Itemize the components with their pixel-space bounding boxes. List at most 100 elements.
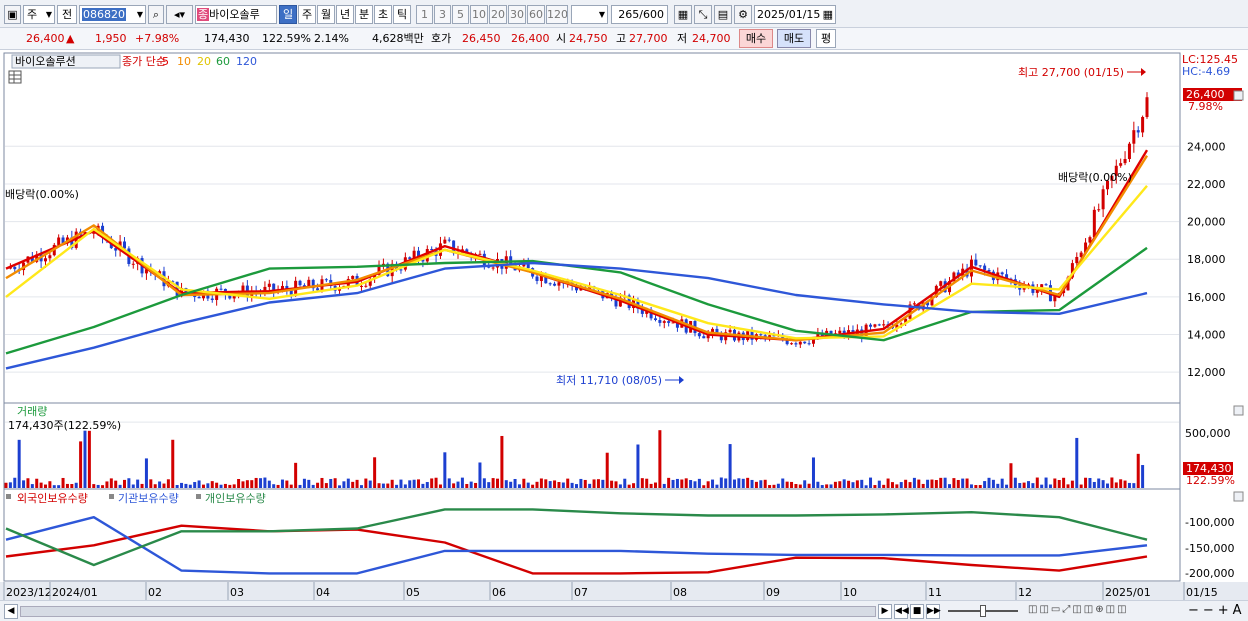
interval-tab-120[interactable]: 120 [546,5,568,24]
panel-collapse-icon[interactable] [1233,491,1244,502]
window-menu-icon[interactable]: ▣ [4,5,21,24]
volume-bar [618,484,622,488]
interval-input[interactable]: ▼ [571,5,608,24]
volume-bar [412,479,416,488]
volume-bar [478,462,482,488]
interval-tab-1[interactable]: 1 [416,5,433,24]
interval-tab-20[interactable]: 20 [489,5,507,24]
volume-bar [776,483,780,488]
table-icon[interactable] [8,70,22,84]
volume-bar [482,478,486,488]
volume-bar [575,484,578,488]
candle-body [759,334,763,336]
date-input[interactable]: 2025/01/15 ▦ [754,5,836,24]
volume-bar [539,478,543,488]
x-axis-label: 04 [316,586,330,599]
zoom-controls[interactable]: −−+A [1188,603,1246,618]
scroll-bar[interactable]: ◀ ▶ ◀◀ ■ ▶▶ ◫◫▭⤢◫◫⊕◫◫ −−+A [0,600,1248,621]
legend-individual: 개인보유수량 [205,492,266,505]
scroll-right-icon[interactable]: ▶ [878,604,892,619]
low-price: 24,700 [692,32,731,45]
buy-button[interactable]: 매수 [739,29,773,48]
volume-bar [513,478,517,488]
chart-window: ▣ 주 ▼ 전 086820 ▼ ⌕ ◂▾ 종바이오솔루 일주월년분초틱 1 3 5 10… [0,0,1248,621]
speaker-icon[interactable]: ◂▾ [166,5,193,24]
volume-bar [1127,482,1131,488]
volume-bar [162,483,166,488]
scroll-left-icon[interactable]: ◀ [4,604,18,619]
volume-bar [122,479,126,488]
sell-button[interactable]: 매도 [777,29,811,48]
volume-bar [1009,463,1013,488]
volume-bar [1035,477,1039,488]
interval-tab-60[interactable]: 60 [527,5,545,24]
volume-bar [109,478,113,488]
volume-bar [61,477,65,488]
ma-legend-10: 10 [177,55,191,68]
forward-icon[interactable]: ▶▶ [926,604,941,619]
period-tab-1[interactable]: 주 [298,5,316,24]
evaluate-button[interactable]: 평 [816,29,836,48]
volume-bar [1106,483,1110,488]
period-tab-4[interactable]: 분 [355,5,373,24]
stop-icon[interactable]: ■ [910,604,924,619]
interval-tab-3[interactable]: 3 [434,5,451,24]
volume-bar [772,484,776,488]
volume-bar [1132,483,1136,488]
volume-bar [553,480,557,488]
interval-tab-5[interactable]: 5 [452,5,469,24]
volume-bar [83,430,87,488]
mode-select[interactable]: 전 [57,5,77,24]
quote-bar: 26,400 ▲ 1,950 +7.98% 174,430 122.59% 2.… [0,28,1248,50]
interval-tab-10[interactable]: 10 [470,5,488,24]
panel-collapse-icon[interactable] [1233,90,1244,101]
period-tab-5[interactable]: 초 [374,5,392,24]
volume-bar [504,480,508,488]
volume-bar [237,479,241,488]
candle-icon[interactable]: ▦ [674,5,692,24]
calendar-icon[interactable]: ▦ [823,6,833,23]
volume-bar [245,480,249,488]
volume-bar [166,479,170,488]
volume-bar [390,479,394,488]
stock-name-field[interactable]: 종바이오솔루 [195,5,277,24]
volume-bar [184,483,188,488]
scroll-track[interactable] [20,606,876,617]
save-icon[interactable]: ▤ [714,5,732,24]
volume-bar [1101,480,1105,488]
zoom-slider-handle[interactable] [980,605,986,617]
x-axis-label: 2025/01 [1105,586,1151,599]
gear-icon[interactable]: ⚙ [734,5,752,24]
tool-icons[interactable]: ◫◫▭⤢◫◫⊕◫◫ [1028,604,1129,615]
volume-bar [1075,437,1079,488]
search-icon[interactable]: ⌕ [148,5,164,24]
candle-body [1119,163,1123,166]
volume-bar [127,478,131,488]
volume-bar [386,483,390,488]
volume-bar [583,479,587,488]
candle-body [912,303,916,305]
period-select[interactable]: 주 ▼ [23,5,55,24]
volume-bar [724,478,728,488]
interval-tab-30[interactable]: 30 [508,5,526,24]
high-price: 27,700 [629,32,668,45]
stock-chart[interactable]: 바이오솔루션 종가 단순 5 10 20 60 120 LC:125.45 HC… [0,51,1248,600]
volume-bar [781,478,785,488]
volume-bar [605,452,609,488]
stock-code-input[interactable]: 086820 ▼ [79,5,146,24]
candle-body [1123,158,1127,164]
count-field[interactable]: 265/600 [611,5,668,24]
line-icon[interactable]: ⤡ [694,5,712,24]
panel-collapse-icon[interactable] [1233,405,1244,416]
volume-bar [267,480,271,488]
rewind-icon[interactable]: ◀◀ [894,604,909,619]
period-tab-6[interactable]: 틱 [393,5,411,24]
volume-bar [210,481,214,488]
volume-bar [899,482,903,488]
chart-area[interactable]: 바이오솔루션 종가 단순 5 10 20 60 120 LC:125.45 HC… [0,51,1248,600]
period-tab-0[interactable]: 일 [279,5,297,24]
volume-bar [434,477,438,488]
price-tick: 24,000 [1187,140,1226,153]
period-tab-3[interactable]: 년 [336,5,354,24]
period-tab-2[interactable]: 월 [317,5,335,24]
